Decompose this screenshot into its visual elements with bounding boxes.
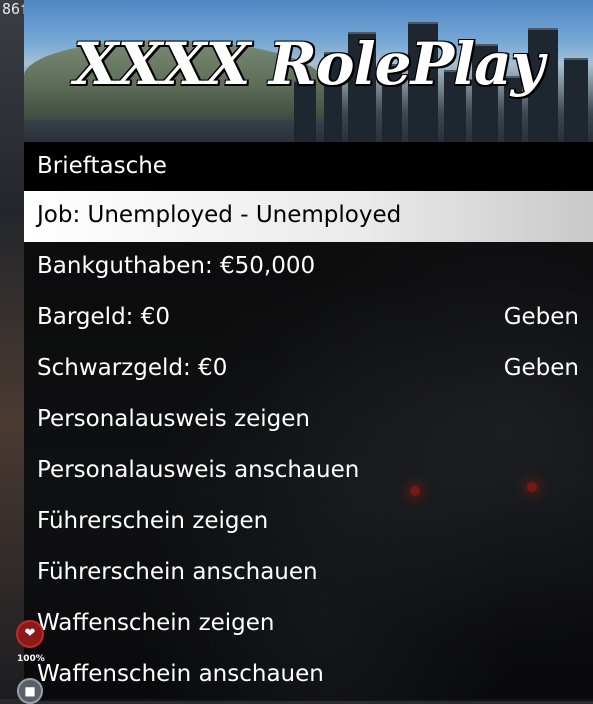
menu-item-id-show[interactable]: Personalausweis zeigen [24,395,593,446]
menu-item-label: Bargeld: €0 [37,304,170,330]
menu-item-label: Job: Unemployed - Unemployed [37,202,402,228]
menu-item-black-money[interactable]: Schwarzgeld: €0 Geben [24,344,593,395]
menu-item-id-view[interactable]: Personalausweis anschauen [24,446,593,497]
menu-item-weapon-license-show[interactable]: Waffenschein zeigen [24,599,593,650]
heart-icon: ❤ [16,620,44,648]
give-black-money-action[interactable]: Geben [504,344,579,393]
wallet-menu: XXXX RolePlay Brieftasche Job: Unemploye… [24,0,593,701]
menu-item-bank[interactable]: Bankguthaben: €50,000 [24,242,593,293]
menu-item-cash[interactable]: Bargeld: €0 Geben [24,293,593,344]
menu-item-label: Führerschein anschauen [37,559,318,585]
menu-item-label: Schwarzgeld: €0 [37,355,228,381]
menu-item-job[interactable]: Job: Unemployed - Unemployed [24,191,593,242]
menu-item-label: Waffenschein anschauen [37,661,324,687]
game-world-edge [0,0,24,699]
shield-icon: ■ [17,678,43,704]
menu-item-label: Waffenschein zeigen [37,610,275,636]
menu-item-license-show[interactable]: Führerschein zeigen [24,497,593,548]
menu-item-label: Führerschein zeigen [37,508,269,534]
health-percent: 100% [17,654,45,664]
menu-item-label: Personalausweis zeigen [37,406,311,432]
banner-title: XXXX RolePlay [73,30,545,98]
menu-banner: XXXX RolePlay [24,0,593,142]
menu-item-label: Bankguthaben: €50,000 [37,253,316,279]
menu-header: Brieftasche [24,142,593,191]
menu-item-license-view[interactable]: Führerschein anschauen [24,548,593,599]
menu-item-weapon-license-view[interactable]: Waffenschein anschauen [24,650,593,701]
give-cash-action[interactable]: Geben [504,293,579,342]
menu-item-label: Personalausweis anschauen [37,457,360,483]
